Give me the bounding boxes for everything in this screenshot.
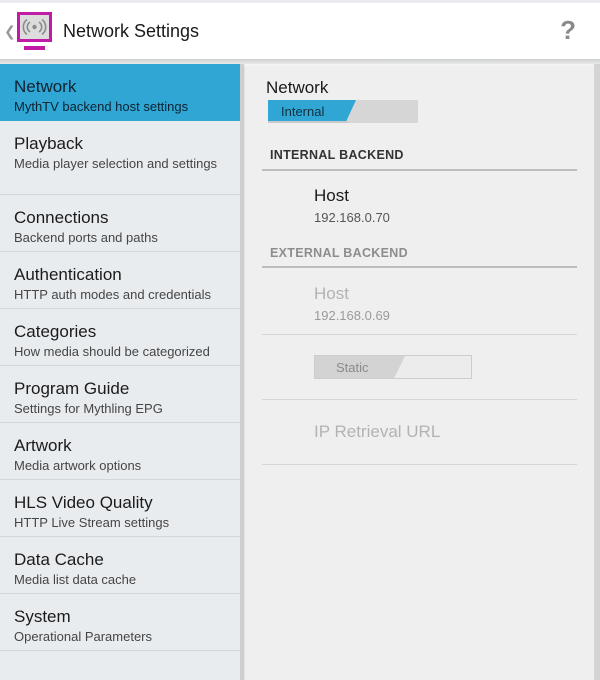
help-button[interactable]: ? [560,15,576,46]
sidebar-item-subtitle: Media list data cache [14,572,137,587]
sidebar-item-data-cache[interactable]: Data Cache Media list data cache [0,537,240,594]
category-divider [262,169,577,171]
pref-divider [262,334,577,335]
sidebar-item-label: Network [14,77,77,96]
sidebar-item-label: HLS Video Quality [14,493,153,512]
sidebar-item-playback[interactable]: Playback Media player selection and sett… [0,121,240,195]
sidebar-item-subtitle: Media artwork options [14,458,142,473]
sidebar-item-program-guide[interactable]: Program Guide Settings for Mythling EPG [0,366,240,423]
sidebar-item-artwork[interactable]: Artwork Media artwork options [0,423,240,480]
category-divider [262,266,577,268]
sidebar-item-subtitle: HTTP Live Stream settings [14,515,170,530]
sidebar-item-label: Artwork [14,436,72,455]
sidebar-item-subtitle: Operational Parameters [14,629,153,644]
sidebar-item-subtitle: MythTV backend host settings [14,99,189,114]
external-backend-header: EXTERNAL BACKEND [270,246,408,260]
sidebar-item-categories[interactable]: Categories How media should be categoriz… [0,309,240,366]
ip-retrieval-url-pref[interactable]: IP Retrieval URL [314,422,440,442]
external-host-value: 192.168.0.69 [314,308,390,323]
broadcast-monitor-icon[interactable] [15,9,55,53]
sidebar-item-label: Authentication [14,265,122,284]
sidebar-item-label: Categories [14,322,97,341]
right-edge-rail [594,64,600,680]
network-mode-switch[interactable]: Internal [268,100,418,123]
chevron-left-icon[interactable]: ❮ [4,24,16,38]
sidebar-item-label: Program Guide [14,379,130,398]
sidebar-item-subtitle: HTTP auth modes and credentials [14,287,212,302]
network-pref-title: Network [266,78,329,97]
sidebar-item-label: Data Cache [14,550,104,569]
sidebar-item-connections[interactable]: Connections Backend ports and paths [0,195,240,252]
internal-backend-header: INTERNAL BACKEND [270,148,404,162]
internal-host-value: 192.168.0.70 [314,210,390,225]
settings-sidebar: Network MythTV backend host settings Pla… [0,64,240,680]
sidebar-item-subtitle: Backend ports and paths [14,230,158,245]
sidebar-item-subtitle: Settings for Mythling EPG [14,401,163,416]
network-settings-panel: Network Internal INTERNAL BACKEND Host 1… [244,66,594,680]
pref-divider [262,399,577,400]
sidebar-item-hls-video-quality[interactable]: HLS Video Quality HTTP Live Stream setti… [0,480,240,537]
sidebar-item-network[interactable]: Network MythTV backend host settings [0,64,240,121]
sidebar-item-subtitle: How media should be categorized [14,344,210,359]
switch-label: Internal [281,104,325,119]
sidebar-item-label: Connections [14,208,109,227]
switch-label: Static [336,359,369,375]
page-title: Network Settings [63,20,200,41]
sidebar-item-authentication[interactable]: Authentication HTTP auth modes and crede… [0,252,240,309]
sidebar-item-system[interactable]: System Operational Parameters [0,594,240,651]
external-host-label: Host [314,284,349,303]
internal-host-label: Host [314,186,349,205]
sidebar-item-label: Playback [14,134,83,153]
sidebar-item-label: System [14,607,71,626]
ip-mode-switch[interactable]: Static [314,355,472,379]
pref-divider [262,464,577,465]
sidebar-item-subtitle: Media player selection and settings [14,156,218,171]
action-bar: ❮ Network Settings ? [0,3,600,59]
